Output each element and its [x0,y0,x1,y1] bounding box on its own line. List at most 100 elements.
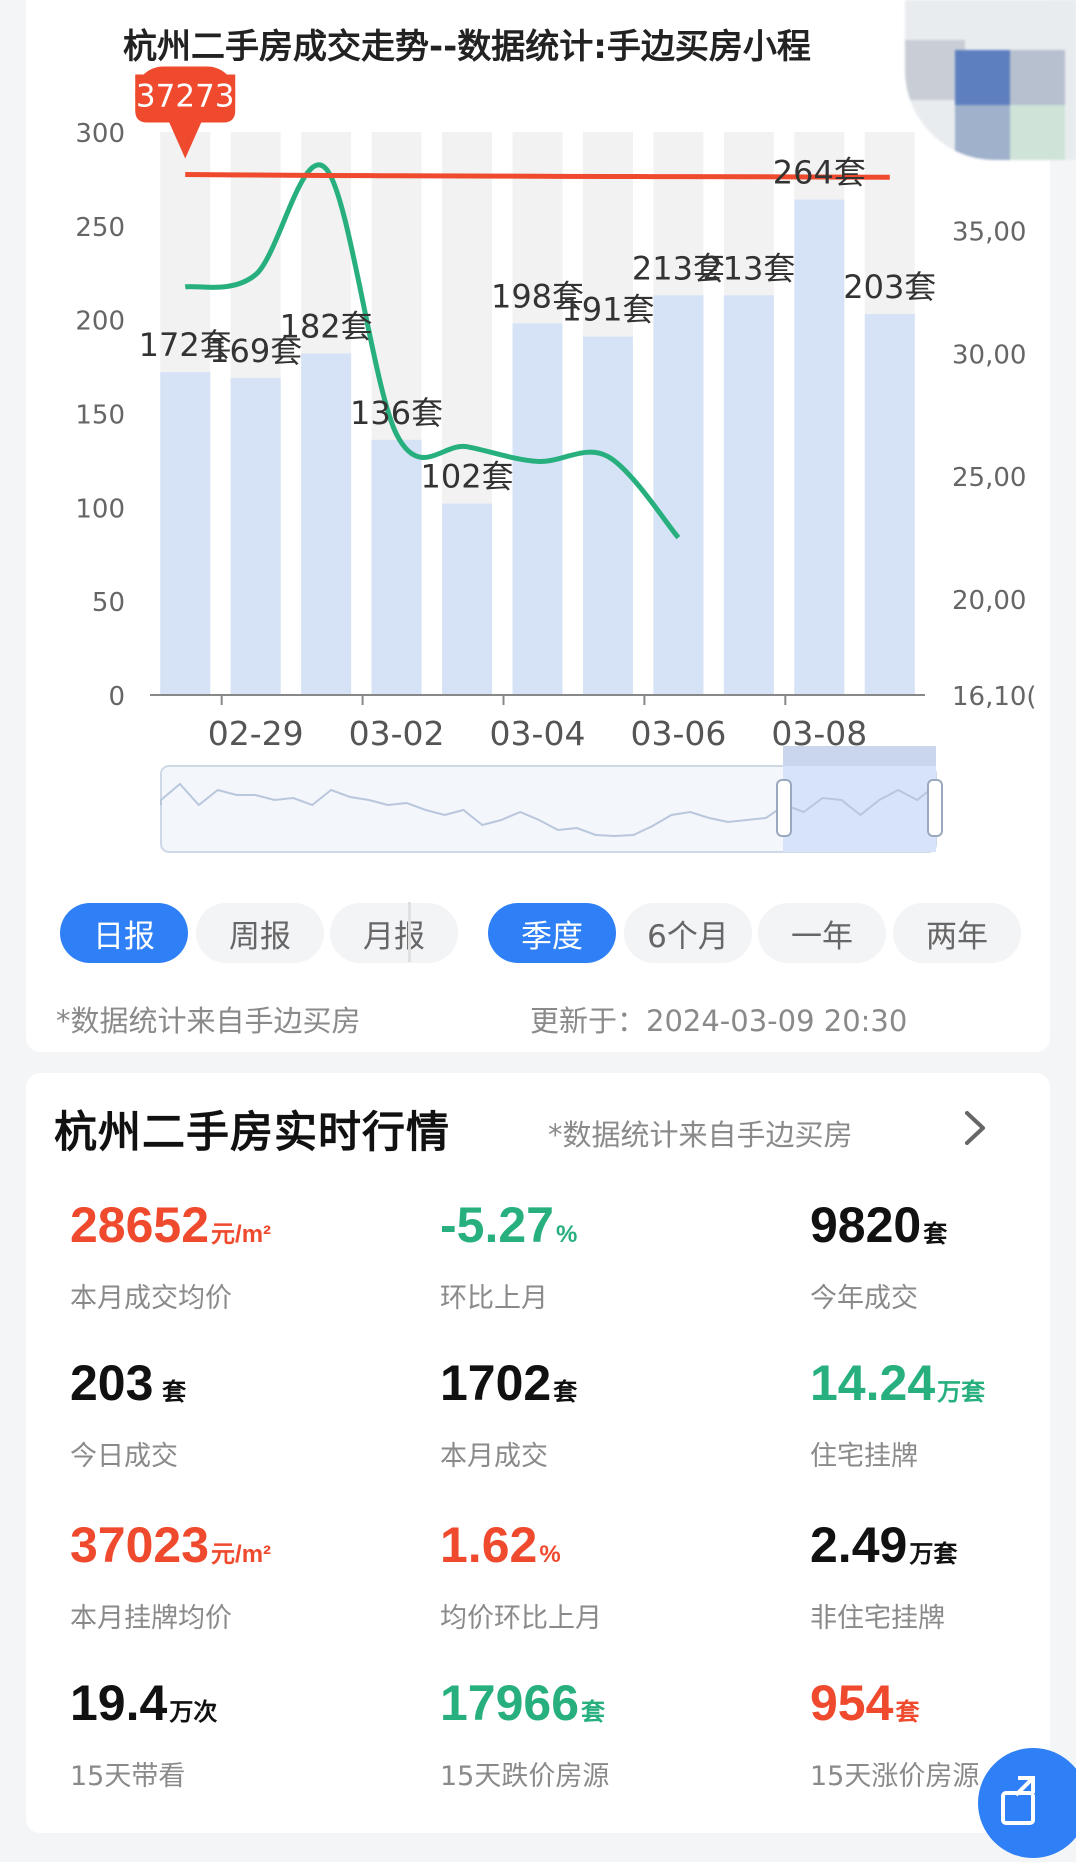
stat-value: 2.49万套 [810,1517,958,1573]
stat-item: -5.27% 环比上月 [440,1196,577,1315]
bar[interactable] [794,199,845,695]
y2-tick-label: 25,00 [952,463,1026,493]
price-marker: 37273 [135,66,236,159]
bar[interactable] [230,377,281,695]
bar-value-label: 213套 [702,249,795,287]
y-tick-label: 150 [75,401,125,431]
slider-drag-bar[interactable] [783,746,936,766]
bar[interactable] [723,295,774,695]
stat-label: 本月成交均价 [70,1283,232,1314]
stat-value: 14.24万套 [810,1355,986,1411]
trend-chart[interactable]: 杭州二手房成交走势--数据统计:手边买房小程 300 250 200 150 100 50… [0,0,1076,880]
x-tick-label: 02-29 [208,714,304,753]
stat-item: 19.4万次 15天带看 [70,1674,217,1793]
stat-item: 203 套今日成交 [70,1354,186,1473]
stat-unit: 元/m² [211,1541,272,1568]
tab-quarter[interactable]: 季度 [488,903,616,963]
bar[interactable] [582,336,633,695]
stat-unit: 套 [895,1699,920,1726]
bar[interactable] [301,353,352,695]
bar-value-label: 191套 [561,291,654,329]
tab-divider [408,902,411,962]
bar-value-label: 182套 [280,307,373,345]
tab-weekly[interactable]: 周报 [196,903,324,963]
stat-value: -5.27% [440,1197,578,1253]
stat-label: 15天跌价房源 [440,1761,610,1792]
tab-one-year[interactable]: 一年 [758,903,886,963]
section-note: *数据统计来自手边买房 [548,1118,853,1152]
stat-unit: 套 [923,1221,948,1248]
data-source-note: *数据统计来自手边买房 [56,1004,361,1038]
stat-label: 本月成交 [440,1441,548,1472]
x-tick-label: 03-04 [490,714,586,753]
bar-value-label: 264套 [773,154,866,192]
stat-value: 28652元/m² [70,1197,272,1253]
y2-tick-label: 30,00 [952,340,1026,370]
stat-value: 954套 [810,1675,920,1731]
range-slider [160,746,943,853]
stat-item: 9820套今年成交 [810,1196,947,1315]
stat-item: 954套 15天涨价房源 [810,1674,979,1793]
marker-value: 37273 [136,78,235,114]
stat-value: 1702套 [440,1355,578,1411]
stat-unit: 套 [155,1379,187,1406]
y2-tick-label: 35,00 [952,217,1026,247]
stat-label: 住宅挂牌 [810,1441,918,1472]
section-title: 杭州二手房实时行情 [54,1108,450,1158]
bar[interactable] [160,372,211,695]
y2-tick-label: 16,10( [952,682,1037,712]
bar-layer [160,132,915,695]
stat-label: 15天涨价房源 [810,1761,980,1792]
slider-handle-left[interactable] [776,779,792,837]
stat-label: 非住宅挂牌 [810,1603,945,1634]
bar[interactable] [512,323,563,695]
slider-handle-right[interactable] [927,779,943,837]
stat-value: 19.4万次 [70,1675,218,1731]
tab-monthly[interactable]: 月报 [330,903,458,963]
bar[interactable] [864,314,915,695]
stat-item: 37023元/m² 本月挂牌均价 [70,1516,271,1635]
chevron-right-icon[interactable] [958,1108,992,1148]
left-axis: 300 250 200 150 100 50 0 [75,119,125,712]
update-time: 更新于：2024-03-09 20:30 [530,1004,908,1038]
stat-unit: % [539,1541,561,1568]
y-tick-label: 200 [75,307,125,337]
stat-item: 14.24万套住宅挂牌 [810,1354,985,1473]
tab-daily[interactable]: 日报 [60,903,188,963]
stat-item: 2.49万套非住宅挂牌 [810,1516,957,1635]
stat-unit: % [555,1221,578,1248]
slider-selection[interactable] [783,766,936,852]
x-tick-label: 03-02 [349,714,445,753]
y-tick-label: 100 [75,494,125,524]
bar[interactable] [371,439,422,695]
stat-label: 今日成交 [70,1441,178,1472]
stat-item: 1.62% 均价环比上月 [440,1516,602,1635]
stat-unit: 套 [581,1699,606,1726]
share-button[interactable] [978,1748,1076,1858]
stat-item: 1702套本月成交 [440,1354,577,1473]
stat-unit: 万次 [169,1699,218,1726]
stat-unit: 万套 [909,1541,958,1568]
stat-value: 17966套 [440,1675,606,1731]
bar[interactable] [653,295,704,695]
stat-label: 环比上月 [440,1283,548,1314]
stat-label: 本月挂牌均价 [70,1603,232,1634]
stat-unit: 元/m² [211,1221,272,1248]
stat-label: 15天带看 [70,1761,186,1792]
x-tick-label: 03-06 [630,714,726,753]
stat-value: 9820套 [810,1197,948,1253]
stat-unit: 万套 [937,1379,986,1406]
tab-two-years[interactable]: 两年 [893,903,1021,963]
right-axis: 35,00 30,00 25,00 20,00 16,10( [952,217,1037,712]
x-axis: 02-29 03-02 03-04 03-06 03-08 [150,694,925,753]
stat-label: 今年成交 [810,1283,918,1314]
bar-value-label: 102套 [420,458,513,496]
stat-value: 203 套 [70,1355,187,1411]
share-icon [1001,1776,1035,1825]
y-tick-label: 0 [108,682,125,712]
stat-item: 17966套 15天跌价房源 [440,1674,609,1793]
bar-value-label: 203套 [843,268,936,306]
tab-six-months[interactable]: 6个月 [624,903,752,963]
bar[interactable] [442,503,493,695]
stat-unit: 套 [553,1379,578,1406]
